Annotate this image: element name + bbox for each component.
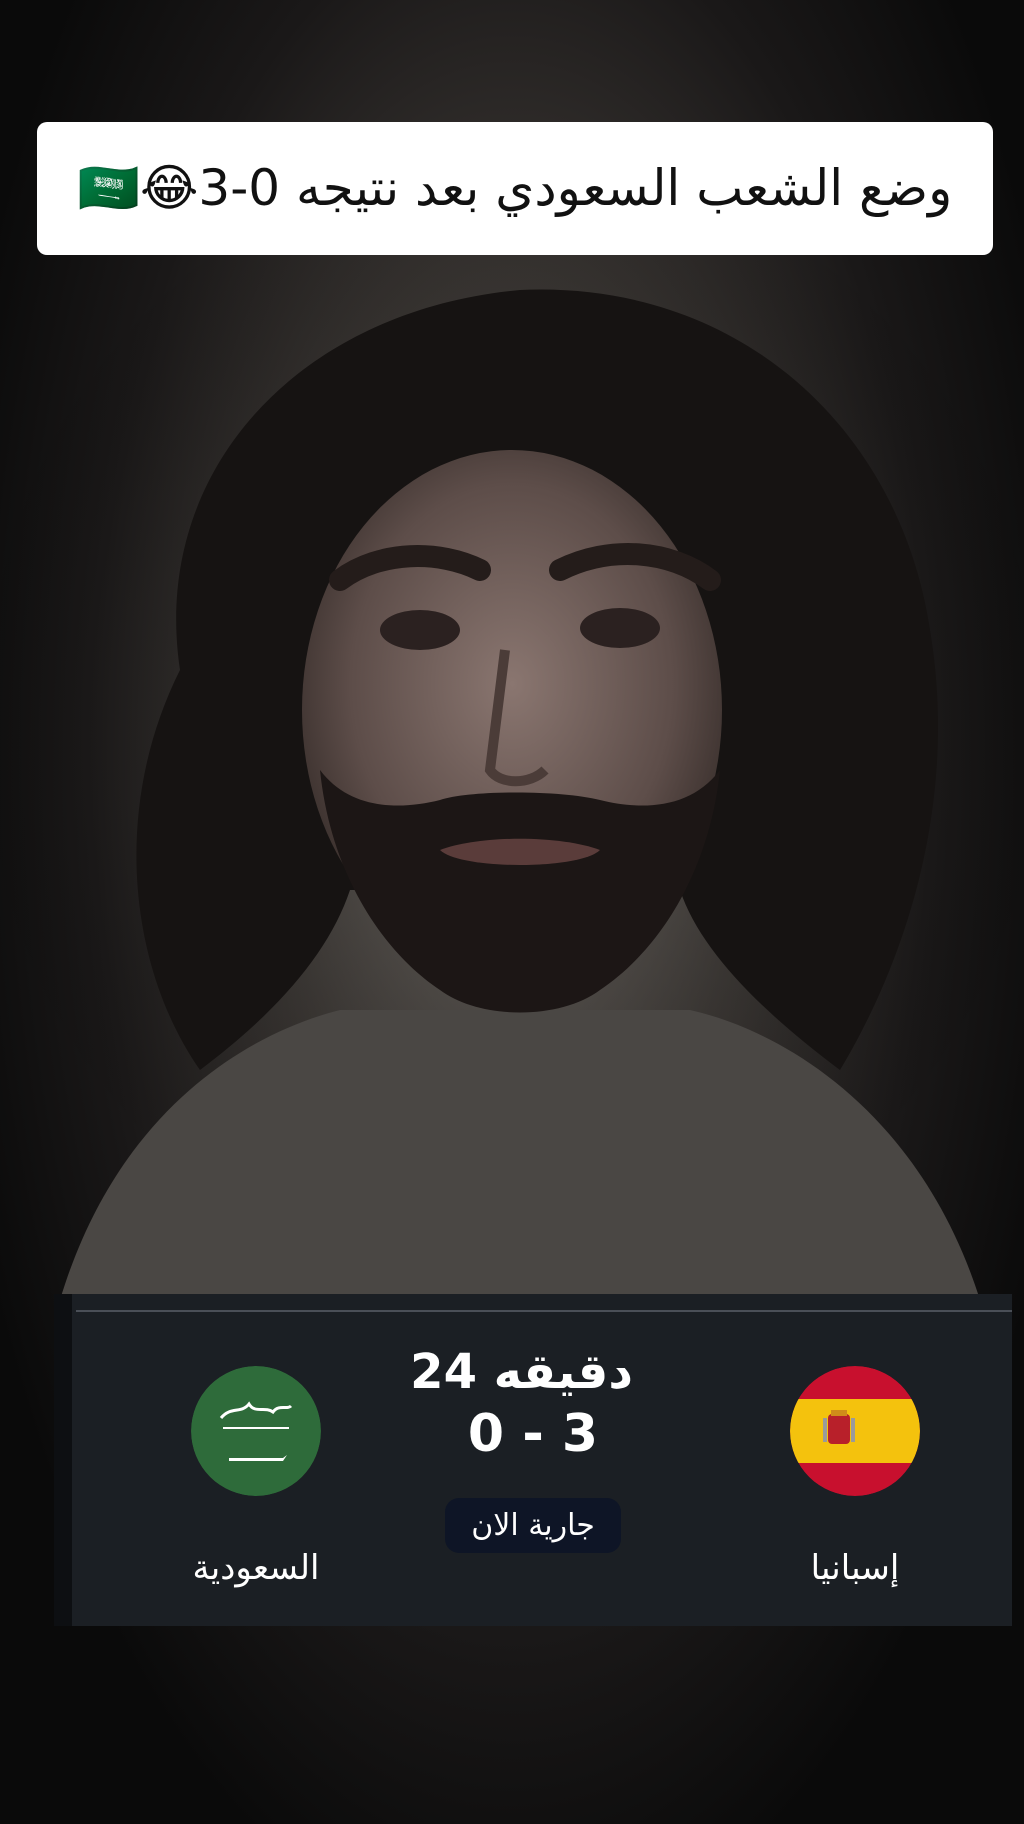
home-team: السعودية	[166, 1366, 346, 1588]
caption-text: وضع الشعب السعودي بعد نتيجه 0-3😂🇸🇦	[77, 159, 953, 217]
match-center: دقيقه 24 0 - 3 جارية الان	[410, 1344, 633, 1553]
scoreboard-divider	[76, 1310, 1012, 1312]
scoreboard: السعودية دقيقه 24 0 - 3 جارية الان إسبان…	[54, 1294, 1012, 1626]
spain-flag-icon	[790, 1366, 920, 1496]
away-team: إسبانيا	[765, 1366, 945, 1588]
away-team-name: إسبانيا	[810, 1548, 900, 1588]
home-team-name: السعودية	[192, 1548, 320, 1588]
saudi-flag-icon	[191, 1366, 321, 1496]
video-frame: وضع الشعب السعودي بعد نتيجه 0-3😂🇸🇦 السعو…	[0, 0, 1024, 1824]
match-score: 0 - 3	[467, 1404, 599, 1464]
match-minute: دقيقه 24	[410, 1344, 633, 1400]
caption-banner: وضع الشعب السعودي بعد نتيجه 0-3😂🇸🇦	[37, 122, 993, 255]
person-portrait	[0, 250, 1024, 1300]
live-status-badge: جارية الان	[445, 1498, 621, 1553]
